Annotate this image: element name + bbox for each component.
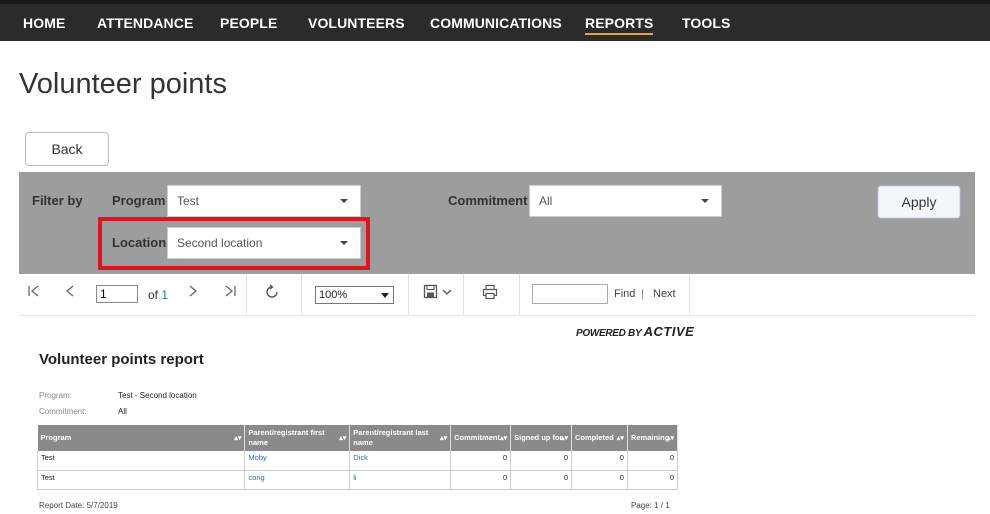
top-nav: HOME ATTENDANCE PEOPLE VOLUNTEERS COMMUN… bbox=[0, 0, 990, 41]
table-header-row: Program ▴▾ Parent/registrant first name ▴▾… bbox=[37, 425, 679, 451]
chevron-down-icon bbox=[340, 199, 348, 203]
filter-by-label: Filter by bbox=[32, 193, 83, 208]
page-count: of 1 bbox=[148, 288, 168, 302]
toolbar-divider bbox=[519, 274, 520, 315]
cell-remaining: 0 bbox=[627, 470, 679, 490]
program-select-value: Test bbox=[177, 194, 200, 208]
column-header-program[interactable]: Program ▴▾ bbox=[37, 425, 246, 451]
meta-program-value: Test - Second location bbox=[118, 391, 197, 400]
commitment-select[interactable]: All bbox=[529, 185, 722, 217]
cell-completed: 0 bbox=[571, 451, 628, 471]
find-link[interactable]: Find bbox=[614, 288, 635, 300]
last-page-icon[interactable] bbox=[223, 284, 237, 304]
cell-signed-up: 0 bbox=[510, 470, 572, 490]
column-header-completed[interactable]: Completed ▴▾ bbox=[571, 425, 628, 451]
nav-home[interactable]: HOME bbox=[23, 15, 65, 31]
toolbar-divider bbox=[246, 274, 247, 315]
sort-icon: ▴▾ bbox=[234, 435, 242, 442]
zoom-value: 100% bbox=[319, 289, 348, 301]
sort-icon: ▴▾ bbox=[339, 435, 347, 442]
table-row: Test Moby Dick 0 0 0 0 bbox=[36, 451, 679, 471]
prev-page-icon[interactable] bbox=[64, 284, 76, 304]
powered-by-text: POWERED BY bbox=[576, 328, 642, 339]
cell-program: Test bbox=[36, 451, 246, 471]
nav-reports[interactable]: REPORTS bbox=[585, 15, 654, 35]
program-label: Program bbox=[112, 193, 166, 208]
find-separator: | bbox=[641, 288, 644, 300]
apply-button[interactable]: Apply bbox=[877, 185, 961, 219]
find-input[interactable] bbox=[532, 284, 608, 304]
chevron-down-icon bbox=[701, 199, 709, 203]
page-title: Volunteer points bbox=[19, 68, 227, 100]
next-link[interactable]: Next bbox=[653, 288, 676, 300]
meta-commitment-value: All bbox=[118, 407, 127, 416]
first-page-icon[interactable] bbox=[27, 284, 41, 304]
chevron-down-icon bbox=[381, 293, 389, 298]
column-header-last-name[interactable]: Parent/registrant last name ▴▾ bbox=[349, 425, 452, 451]
nav-tools[interactable]: TOOLS bbox=[682, 15, 730, 31]
nav-attendance[interactable]: ATTENDANCE bbox=[97, 15, 193, 31]
page-number-input[interactable] bbox=[96, 285, 138, 303]
active-brand: ACTIVE bbox=[643, 324, 695, 339]
back-button[interactable]: Back bbox=[25, 132, 109, 166]
cell-last-name-link[interactable]: li bbox=[349, 470, 452, 490]
sort-icon: ▴▾ bbox=[666, 435, 674, 442]
cell-commitment: 0 bbox=[450, 470, 512, 490]
print-icon[interactable] bbox=[482, 284, 498, 306]
next-page-icon[interactable] bbox=[187, 284, 199, 304]
sort-icon: ▴▾ bbox=[560, 435, 568, 442]
nav-volunteers[interactable]: VOLUNTEERS bbox=[308, 15, 405, 31]
zoom-select[interactable]: 100% bbox=[315, 286, 394, 304]
cell-completed: 0 bbox=[571, 470, 628, 490]
nav-communications[interactable]: COMMUNICATIONS bbox=[430, 15, 562, 31]
cell-first-name-link[interactable]: cong bbox=[244, 470, 351, 490]
column-header-commitment[interactable]: Commitment ▴▾ bbox=[450, 425, 512, 451]
meta-program-label: Program: bbox=[39, 391, 72, 400]
cell-commitment: 0 bbox=[450, 451, 512, 471]
report-date: Report Date: 5/7/2019 bbox=[39, 501, 118, 510]
page-info: Page: 1 / 1 bbox=[631, 501, 670, 510]
commitment-select-value: All bbox=[539, 194, 553, 208]
report-table: Program ▴▾ Parent/registrant first name ▴▾… bbox=[36, 425, 679, 490]
powered-by-active-logo: POWERED BY ACTIVE bbox=[576, 324, 694, 339]
toolbar-divider bbox=[689, 274, 690, 315]
table-row: Test cong li 0 0 0 0 bbox=[36, 470, 679, 490]
toolbar-divider bbox=[463, 274, 464, 315]
meta-commitment-label: Commitment: bbox=[39, 407, 87, 416]
filter-panel: Filter by Program Test Commitment All Ap… bbox=[19, 172, 975, 274]
cell-last-name-link[interactable]: Dick bbox=[349, 451, 452, 471]
sort-icon: ▴▾ bbox=[616, 435, 624, 442]
refresh-icon[interactable] bbox=[264, 284, 280, 306]
sort-icon: ▴▾ bbox=[500, 435, 508, 442]
save-icon[interactable] bbox=[423, 284, 455, 306]
cell-remaining: 0 bbox=[627, 451, 679, 471]
commitment-label: Commitment bbox=[448, 193, 528, 208]
location-highlight bbox=[98, 217, 370, 270]
nav-people[interactable]: PEOPLE bbox=[220, 15, 277, 31]
of-label: of bbox=[148, 288, 159, 302]
column-header-signed-up[interactable]: Signed up for ▴▾ bbox=[510, 425, 572, 451]
program-select[interactable]: Test bbox=[167, 185, 361, 217]
total-pages: 1 bbox=[161, 288, 169, 302]
cell-signed-up: 0 bbox=[510, 451, 572, 471]
column-header-first-name[interactable]: Parent/registrant first name ▴▾ bbox=[244, 425, 351, 451]
sort-icon: ▴▾ bbox=[440, 435, 448, 442]
column-header-remaining[interactable]: Remaining ▴▾ bbox=[627, 425, 679, 451]
cell-program: Test bbox=[36, 470, 246, 490]
toolbar-divider bbox=[408, 274, 409, 315]
toolbar-divider bbox=[301, 274, 302, 315]
report-toolbar: of 1 100% Find | Next bbox=[19, 274, 975, 316]
report-title: Volunteer points report bbox=[39, 351, 204, 368]
cell-first-name-link[interactable]: Moby bbox=[244, 451, 351, 471]
